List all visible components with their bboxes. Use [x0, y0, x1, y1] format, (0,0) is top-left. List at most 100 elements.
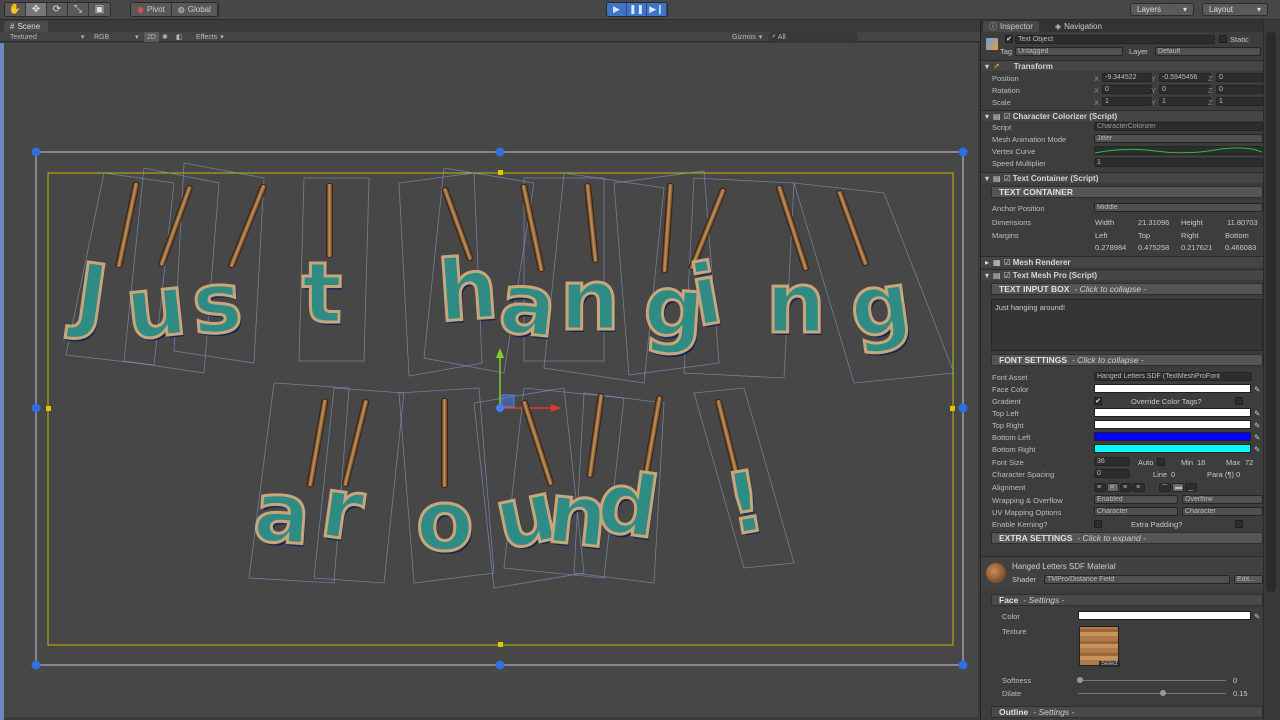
material-color-swatch[interactable]	[1078, 611, 1251, 620]
layout-dropdown[interactable]: Layout ▾	[1202, 3, 1268, 16]
edit-shader-button[interactable]: Edit...	[1234, 575, 1263, 584]
max-size-value[interactable]: 72	[1245, 458, 1253, 467]
bottom-right-swatch[interactable]	[1094, 444, 1251, 453]
align-left-icon[interactable]: ≡	[1094, 483, 1106, 492]
margin-handle-top[interactable]	[498, 170, 503, 175]
resize-handle-bottom-right[interactable]	[958, 660, 968, 670]
font-settings-section[interactable]: FONT SETTINGS - Click to collapse -	[991, 354, 1263, 366]
softness-value[interactable]: 0	[1233, 676, 1237, 685]
override-tags-checkbox[interactable]	[1235, 397, 1243, 405]
gizmo-center[interactable]	[496, 404, 504, 412]
text-container-header[interactable]: ▾ ▤ ☑ Text Container (Script)	[981, 172, 1263, 183]
height-value[interactable]: 11.80703	[1227, 218, 1258, 227]
rotation-x-field[interactable]: 0	[1102, 85, 1152, 94]
min-size-value[interactable]: 18	[1197, 458, 1205, 467]
wrapping-dropdown[interactable]: Enabled	[1094, 495, 1178, 504]
script-field[interactable]: CharacterColorizer	[1094, 122, 1263, 131]
lighting-icon[interactable]: ✺	[162, 32, 168, 42]
resize-handle-top-right[interactable]	[958, 147, 968, 157]
kerning-checkbox[interactable]	[1094, 520, 1102, 528]
global-button[interactable]: ◍ Global	[171, 3, 218, 16]
texture-select-button[interactable]: Select	[1099, 661, 1120, 667]
resize-handle-left[interactable]	[31, 403, 41, 413]
component-enabled-checkbox[interactable]: ☑	[1004, 174, 1011, 183]
align-right-icon[interactable]: ≡	[1120, 483, 1132, 492]
hand-tool-icon[interactable]: ✋	[5, 3, 26, 16]
margin-top-value[interactable]: 0.475258	[1138, 243, 1169, 252]
speed-field[interactable]: 1	[1094, 158, 1263, 167]
uv-vertical-dropdown[interactable]: Character	[1182, 507, 1263, 516]
resize-handle-bottom-left[interactable]	[31, 660, 41, 670]
eyedropper-icon[interactable]: ✎	[1254, 421, 1260, 430]
dilate-value[interactable]: 0.15	[1233, 689, 1248, 698]
rgb-dropdown[interactable]: RGB ▾	[94, 32, 139, 42]
transform-header[interactable]: ▾ ↗ Transform	[981, 60, 1263, 71]
move-tool-icon[interactable]: ✥	[26, 3, 47, 16]
effects-dropdown[interactable]: Effects ▾	[196, 32, 224, 42]
resize-handle-top-left[interactable]	[31, 147, 41, 157]
component-enabled-checkbox[interactable]: ☑	[1004, 271, 1011, 280]
anchor-dropdown[interactable]: Middle	[1094, 203, 1263, 212]
eyedropper-icon[interactable]: ✎	[1254, 385, 1260, 394]
uv-horizontal-dropdown[interactable]: Character	[1094, 507, 1178, 516]
scale-z-field[interactable]: 1	[1216, 97, 1263, 106]
rotate-tool-icon[interactable]: ⟳	[47, 3, 68, 16]
top-left-swatch[interactable]	[1094, 408, 1251, 417]
tab-scene[interactable]: # Scene	[4, 21, 49, 32]
gradient-checkbox[interactable]: ✔	[1094, 397, 1102, 405]
text-input-section[interactable]: TEXT INPUT BOX - Click to collapse -	[991, 283, 1263, 295]
pivot-button[interactable]: ◉ Pivot	[131, 3, 172, 16]
2d-toggle[interactable]: 2D	[144, 32, 159, 42]
margin-handle-bottom[interactable]	[498, 642, 503, 647]
align-justify-icon[interactable]: ≡	[1133, 483, 1145, 492]
tab-inspector[interactable]: ⓘ Inspector	[983, 21, 1039, 32]
static-checkbox[interactable]	[1219, 35, 1227, 43]
layer-dropdown[interactable]: Default	[1155, 47, 1261, 56]
overflow-dropdown[interactable]: Overflow	[1182, 495, 1263, 504]
align-middle-icon[interactable]: ▬	[1172, 483, 1184, 492]
mesh-animation-dropdown[interactable]: Jitter	[1094, 134, 1263, 143]
pause-icon[interactable]: ❚❚	[627, 3, 647, 16]
scale-tool-icon[interactable]: ⤡	[68, 3, 89, 16]
resize-handle-top[interactable]	[495, 147, 505, 157]
margin-left-value[interactable]: 0.278984	[1095, 243, 1126, 252]
dilate-slider-thumb[interactable]	[1160, 690, 1166, 696]
layers-dropdown[interactable]: Layers ▾	[1130, 3, 1194, 16]
margin-handle-left[interactable]	[46, 406, 51, 411]
gizmo-plane-handle[interactable]	[501, 394, 515, 408]
scale-x-field[interactable]: 1	[1102, 97, 1152, 106]
position-y-field[interactable]: -0.5945456	[1159, 73, 1211, 82]
play-icon[interactable]: ▶	[607, 3, 627, 16]
resize-handle-right[interactable]	[958, 403, 968, 413]
mesh-renderer-header[interactable]: ▸ ▦ ☑ Mesh Renderer	[981, 256, 1263, 267]
shader-dropdown[interactable]: TMPro/Distance Field	[1044, 575, 1230, 584]
hierarchy-search-input[interactable]: ⌕ All	[768, 32, 858, 42]
position-z-field[interactable]: 0	[1216, 73, 1263, 82]
resize-handle-bottom[interactable]	[495, 660, 505, 670]
face-section[interactable]: Face - Settings -	[991, 594, 1263, 606]
width-value[interactable]: 21.31096	[1138, 218, 1169, 227]
scale-y-field[interactable]: 1	[1159, 97, 1211, 106]
eyedropper-icon[interactable]: ✎	[1254, 433, 1260, 442]
eyedropper-icon[interactable]: ✎	[1254, 445, 1260, 454]
margin-bottom-value[interactable]: 0.466083	[1225, 243, 1256, 252]
audio-icon[interactable]: ◧	[176, 32, 183, 42]
align-top-icon[interactable]: ▔	[1159, 483, 1171, 492]
face-color-swatch[interactable]	[1094, 384, 1251, 393]
margin-handle-right[interactable]	[950, 406, 955, 411]
top-right-swatch[interactable]	[1094, 420, 1251, 429]
tab-navigation[interactable]: ◈ Navigation	[1049, 21, 1108, 32]
bottom-left-swatch[interactable]	[1094, 432, 1251, 441]
align-bottom-icon[interactable]: ▁	[1185, 483, 1197, 492]
component-enabled-checkbox[interactable]: ☑	[1004, 258, 1011, 267]
margin-right-value[interactable]: 0.217621	[1181, 243, 1212, 252]
vertex-curve-field[interactable]	[1094, 146, 1263, 155]
object-name-field[interactable]: Text Object	[1015, 35, 1215, 44]
auto-size-checkbox[interactable]	[1157, 458, 1165, 466]
dilate-slider-track[interactable]	[1078, 693, 1226, 694]
step-icon[interactable]: ▶❙	[647, 3, 667, 16]
softness-slider-thumb[interactable]	[1077, 677, 1083, 683]
para-spacing-value[interactable]: 0	[1236, 470, 1240, 479]
rect-tool-icon[interactable]: ▣	[89, 3, 110, 16]
inspector-scrollbar-thumb[interactable]	[1266, 32, 1276, 592]
